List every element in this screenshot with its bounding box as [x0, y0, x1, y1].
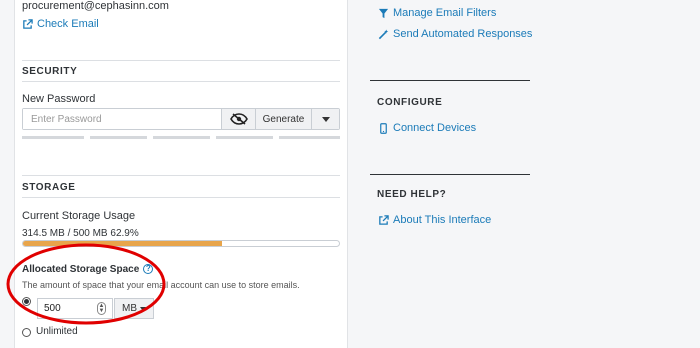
need-help-section-title: NEED HELP?	[377, 189, 447, 200]
send-automated-responses-label: Send Automated Responses	[393, 28, 533, 40]
external-link-icon	[379, 214, 389, 225]
about-this-interface-link[interactable]: About This Interface	[378, 214, 491, 226]
manage-email-filters-label: Manage Email Filters	[393, 7, 497, 19]
connect-devices-label: Connect Devices	[393, 122, 477, 134]
filter-icon	[378, 8, 389, 18]
divider	[370, 174, 530, 175]
about-this-interface-label: About This Interface	[393, 214, 492, 226]
mobile-icon	[380, 122, 387, 134]
configure-section-title: CONFIGURE	[377, 97, 443, 108]
connect-devices-link[interactable]: Connect Devices	[378, 122, 476, 134]
divider	[370, 80, 530, 81]
manage-email-filters-link[interactable]: Manage Email Filters	[378, 7, 496, 19]
annotation-oval	[6, 243, 166, 325]
wand-icon	[378, 28, 389, 39]
send-automated-responses-link[interactable]: Send Automated Responses	[378, 28, 532, 40]
